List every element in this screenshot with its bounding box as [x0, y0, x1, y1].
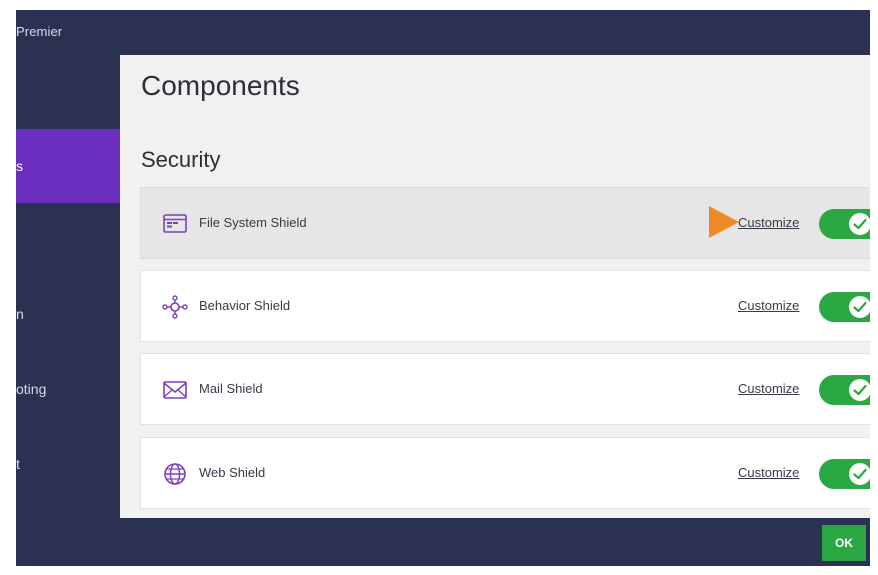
window-icon [162, 212, 188, 236]
customize-link[interactable]: Customize [738, 215, 799, 230]
sidebar-item-troubleshooting[interactable]: oting [16, 381, 120, 403]
sidebar-item-t[interactable]: t [16, 456, 120, 478]
component-row-web-shield: Web Shield Customize [140, 437, 870, 509]
behavior-icon [162, 295, 188, 319]
component-row-file-system-shield: File System Shield Customize [140, 187, 870, 259]
customize-link[interactable]: Customize [738, 381, 799, 396]
check-icon [853, 384, 867, 396]
check-icon [853, 468, 867, 480]
row-label: Behavior Shield [199, 298, 291, 313]
customize-link[interactable]: Customize [738, 298, 799, 313]
row-label: Web Shield [199, 465, 266, 480]
component-toggle[interactable] [819, 209, 870, 239]
component-toggle[interactable] [819, 375, 870, 405]
sidebar-item-label: n [16, 306, 24, 322]
toggle-knob [849, 379, 870, 401]
row-label: File System Shield [199, 215, 307, 230]
pointer-arrow-icon [709, 206, 739, 238]
sidebar-item-n[interactable]: n [16, 306, 120, 328]
component-row-mail-shield: Mail Shield Customize [140, 353, 870, 425]
app-window: Premier s n oting t Components Security … [16, 10, 870, 566]
ok-button[interactable]: OK [822, 525, 866, 561]
sidebar-item-label: oting [16, 381, 47, 397]
row-label: Mail Shield [199, 381, 263, 396]
sidebar-item-components[interactable]: s [16, 129, 120, 203]
sidebar-item-label: s [16, 158, 23, 174]
toggle-knob [849, 296, 870, 318]
sidebar-item-label: t [16, 456, 20, 472]
toggle-knob [849, 463, 870, 485]
app-title: Premier [16, 24, 63, 39]
component-toggle[interactable] [819, 292, 870, 322]
globe-icon [162, 462, 188, 486]
customize-link[interactable]: Customize [738, 465, 799, 480]
components-panel: Components Security File System Shield C… [120, 55, 870, 518]
page-title: Components [141, 70, 300, 101]
toggle-knob [849, 213, 870, 235]
check-icon [853, 218, 867, 230]
section-title-security: Security [141, 147, 221, 172]
mail-icon [162, 378, 188, 402]
component-toggle[interactable] [819, 459, 870, 489]
component-row-behavior-shield: Behavior Shield Customize [140, 270, 870, 342]
check-icon [853, 301, 867, 313]
